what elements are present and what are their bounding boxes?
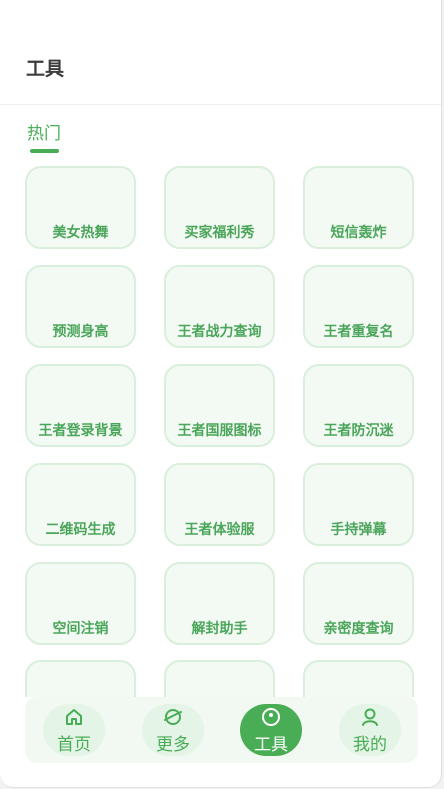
nav-item-more[interactable]: 更多 (142, 704, 204, 756)
page-title: 工具 (26, 58, 65, 80)
tool-label: 亲密度查询 (323, 621, 394, 637)
nav-label: 工具 (254, 735, 288, 755)
tool-card-partial[interactable] (303, 660, 414, 697)
tool-card-duplicate-name[interactable]: 王者重复名 (303, 265, 414, 348)
tool-label: 买家福利秀 (184, 225, 255, 241)
tool-label: 王者重复名 (323, 324, 394, 340)
nav-item-home[interactable]: 首页 (43, 704, 105, 756)
tool-label: 王者战力查询 (177, 324, 262, 340)
tool-card-server-badge[interactable]: 王者国服图标 (164, 364, 275, 447)
tool-card-buyer-show[interactable]: 买家福利秀 (164, 166, 275, 249)
category-tabs: 热门 (0, 105, 441, 155)
page-header: 工具 (0, 0, 441, 105)
tool-card-anti-addiction[interactable]: 王者防沉迷 (303, 364, 414, 447)
nav-label: 更多 (156, 735, 190, 755)
tool-card-handheld-barrage[interactable]: 手持弹幕 (303, 463, 414, 546)
nav-item-tools[interactable]: 工具 (240, 704, 302, 756)
tool-card-partial[interactable] (164, 660, 275, 697)
tool-card-power-query[interactable]: 王者战力查询 (164, 265, 275, 348)
tool-label: 二维码生成 (45, 522, 116, 538)
active-tab-indicator (30, 149, 59, 153)
tool-card-sms-bomb[interactable]: 短信轰炸 (303, 166, 414, 249)
tool-label: 王者体验服 (184, 522, 255, 538)
tool-card-qr-generator[interactable]: 二维码生成 (25, 463, 136, 546)
tool-label: 手持弹幕 (330, 522, 387, 538)
tool-label: 王者登录背景 (38, 423, 123, 439)
tool-card-beauty-dance[interactable]: 美女热舞 (25, 166, 136, 249)
tool-icon (262, 708, 280, 726)
tool-label: 解封助手 (191, 621, 248, 637)
tab-hot[interactable]: 热门 (27, 119, 61, 144)
planet-icon (164, 709, 182, 725)
tool-label: 短信轰炸 (330, 225, 387, 241)
tool-label: 美女热舞 (52, 225, 109, 241)
tool-card-height-predict[interactable]: 预测身高 (25, 265, 136, 348)
tool-label: 王者防沉迷 (323, 423, 394, 439)
tool-label: 预测身高 (52, 324, 109, 340)
app-screen: 工具 热门 美女热舞 买家福利秀 短信轰炸 预测身高 王者战力查询 王者重复名 … (0, 0, 442, 788)
tool-card-intimacy-query[interactable]: 亲密度查询 (303, 562, 414, 645)
tool-label: 空间注销 (52, 621, 109, 637)
tool-card-test-server[interactable]: 王者体验服 (164, 463, 275, 546)
tool-card-partial[interactable] (25, 660, 136, 697)
nav-label: 首页 (57, 735, 91, 755)
tool-card-unban-helper[interactable]: 解封助手 (164, 562, 275, 645)
tool-grid: 美女热舞 买家福利秀 短信轰炸 预测身高 王者战力查询 王者重复名 王者登录背景… (0, 160, 441, 697)
nav-label: 我的 (353, 735, 387, 755)
user-icon (362, 708, 378, 726)
nav-item-me[interactable]: 我的 (339, 704, 401, 756)
tool-card-login-background[interactable]: 王者登录背景 (25, 364, 136, 447)
bottom-nav: 首页 更多 工具 我的 (25, 697, 418, 763)
tool-card-space-cancel[interactable]: 空间注销 (25, 562, 136, 645)
home-icon (66, 709, 82, 725)
tool-label: 王者国服图标 (177, 423, 262, 439)
